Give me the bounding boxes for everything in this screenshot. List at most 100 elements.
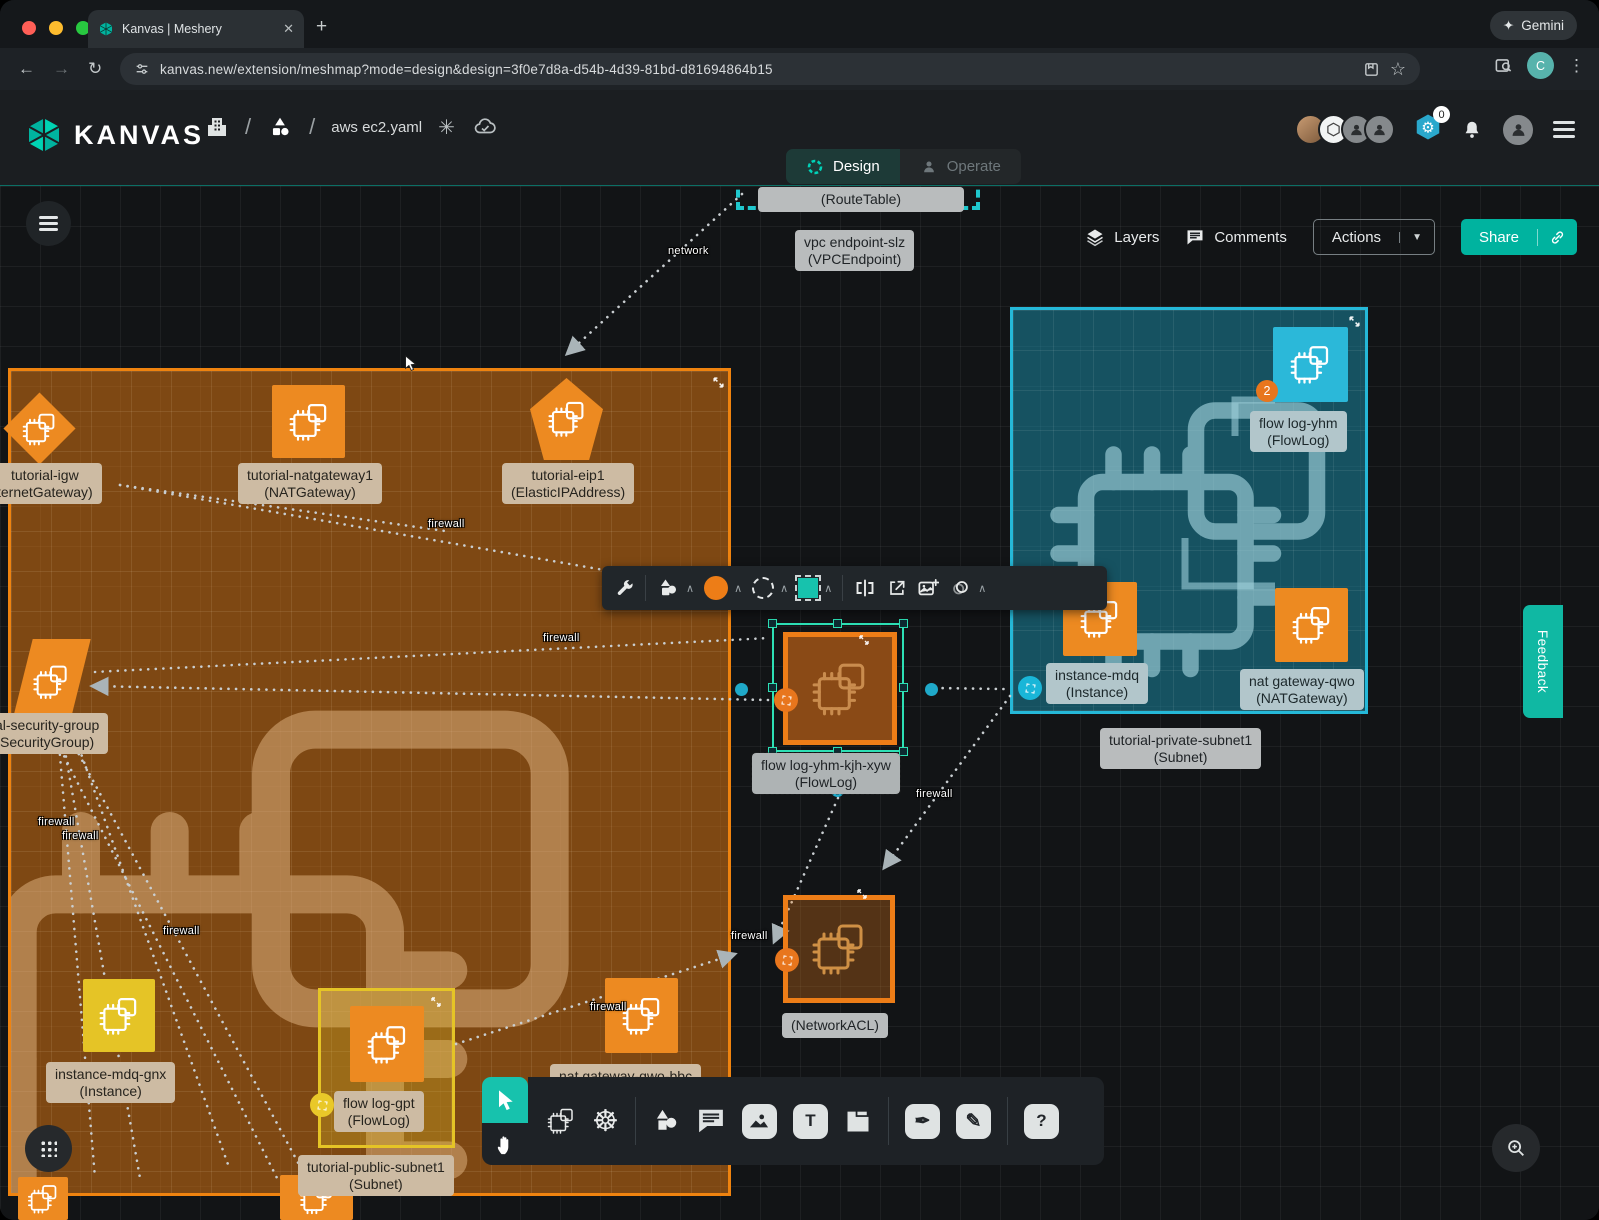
- save-icon[interactable]: [1363, 61, 1380, 78]
- back-icon[interactable]: ←: [18, 59, 35, 79]
- chrome-menu-icon[interactable]: ⋮: [1568, 56, 1585, 76]
- border-style-tool[interactable]: [752, 577, 774, 599]
- tools-wrench-icon[interactable]: [614, 578, 635, 599]
- fill-color-swatch[interactable]: [704, 576, 728, 600]
- components-tool[interactable]: [546, 1106, 576, 1136]
- design-file-name[interactable]: aws ec2.yaml: [331, 119, 422, 136]
- close-window-button[interactable]: [22, 21, 36, 35]
- gemini-button[interactable]: ✦ Gemini: [1490, 11, 1577, 40]
- pan-tool-button[interactable]: [482, 1123, 528, 1165]
- bookmark-star-icon[interactable]: ☆: [1390, 59, 1406, 80]
- edge-port[interactable]: [735, 683, 748, 696]
- actions-dropdown-icon[interactable]: ▼: [1399, 232, 1434, 243]
- minimize-window-button[interactable]: [49, 21, 63, 35]
- node-label-flowlog-gpt[interactable]: flow log-gpt(FlowLog): [334, 1091, 424, 1132]
- collaboration-button[interactable]: ⚙ 0: [1413, 112, 1443, 147]
- collaborator-avatar[interactable]: [1364, 114, 1395, 145]
- tab-operate[interactable]: Operate: [900, 149, 1021, 184]
- chevron-up-icon[interactable]: ∧: [780, 582, 788, 595]
- design-canvas[interactable]: Layers Comments Actions ▼ Share: [0, 186, 1599, 1220]
- search-tabs-icon[interactable]: [1494, 56, 1513, 75]
- node-label-flowlog-selected[interactable]: flow log-yhm-kjh-xyw(FlowLog): [752, 753, 900, 794]
- node-flowlog-gpt[interactable]: [350, 1006, 424, 1082]
- select-tool-button[interactable]: [482, 1077, 528, 1123]
- shapes-tool[interactable]: [652, 1107, 680, 1135]
- design-config-icon[interactable]: ✳: [438, 115, 455, 140]
- tab-close-icon[interactable]: ✕: [283, 21, 294, 37]
- canvas-menu-button[interactable]: [26, 201, 71, 246]
- node-networkacl[interactable]: [783, 895, 895, 1003]
- node-label-routetable[interactable]: (RouteTable): [758, 187, 964, 212]
- chevron-up-icon[interactable]: ∧: [978, 582, 986, 595]
- app-menu-icon[interactable]: [1553, 117, 1575, 142]
- copy-link-icon[interactable]: [1537, 229, 1577, 246]
- dock-apps-button[interactable]: [25, 1125, 72, 1172]
- url-text[interactable]: kanvas.new/extension/meshmap?mode=design…: [160, 62, 1353, 77]
- window-controls[interactable]: [22, 21, 90, 35]
- user-avatar[interactable]: [1501, 113, 1535, 147]
- comments-button[interactable]: Comments: [1185, 227, 1287, 247]
- node-label-instance-mdq[interactable]: instance-mdq(Instance): [1046, 663, 1148, 704]
- layers-button[interactable]: Layers: [1085, 227, 1159, 247]
- node-tutorial-natgateway1[interactable]: [272, 385, 345, 458]
- node-label-natgw-qwo[interactable]: nat gateway-qwo(NATGateway): [1240, 669, 1364, 710]
- notifications-bell-icon[interactable]: [1461, 118, 1483, 142]
- address-bar[interactable]: kanvas.new/extension/meshmap?mode=design…: [120, 53, 1420, 85]
- subnet-port-badge[interactable]: [1018, 676, 1042, 700]
- resize-width-tool[interactable]: [853, 578, 877, 598]
- flowlog-gpt-badge[interactable]: [310, 1093, 334, 1117]
- node-natgw-qwo[interactable]: [1275, 588, 1348, 662]
- chevron-up-icon[interactable]: ∧: [686, 582, 694, 595]
- node-label-networkacl[interactable]: (NetworkACL): [782, 1013, 888, 1038]
- tab-design[interactable]: Design: [786, 149, 900, 184]
- chevron-up-icon[interactable]: ∧: [824, 582, 832, 595]
- shapes-tool-icon[interactable]: [656, 576, 680, 600]
- browser-tab[interactable]: Kanvas | Meshery ✕: [88, 10, 304, 48]
- reload-icon[interactable]: ↻: [88, 59, 102, 79]
- node-label-natgateway1[interactable]: tutorial-natgateway1(NATGateway): [238, 463, 382, 504]
- help-button[interactable]: ?: [1024, 1104, 1059, 1139]
- image-tool[interactable]: [742, 1104, 777, 1139]
- selection-frame[interactable]: [772, 623, 904, 752]
- edge-port[interactable]: [925, 683, 938, 696]
- add-image-icon[interactable]: [917, 578, 939, 598]
- actions-button[interactable]: Actions ▼: [1313, 219, 1435, 255]
- node-label-flowlog-yhm[interactable]: flow log-yhm(FlowLog): [1250, 411, 1347, 452]
- text-tool[interactable]: T: [793, 1104, 828, 1139]
- kanvas-brand[interactable]: KANVAS: [26, 116, 204, 154]
- cloud-sync-icon[interactable]: [471, 115, 499, 139]
- annotate-pen-tool[interactable]: ✒: [905, 1104, 940, 1139]
- flowlog-selected-badge[interactable]: [774, 688, 798, 712]
- chevron-up-icon[interactable]: ∧: [734, 582, 742, 595]
- workspace-icon[interactable]: [267, 114, 293, 140]
- node-partial[interactable]: [18, 1177, 68, 1220]
- node-label-igw[interactable]: tutorial-igwternetGateway): [0, 463, 102, 504]
- forward-icon[interactable]: →: [53, 59, 70, 79]
- feedback-tab[interactable]: Feedback: [1523, 605, 1563, 718]
- open-in-new-icon[interactable]: [887, 578, 907, 598]
- shape-style-tool[interactable]: [798, 578, 818, 598]
- new-tab-button[interactable]: +: [316, 16, 327, 38]
- networkacl-badge[interactable]: [775, 948, 799, 972]
- group-style-icon[interactable]: [949, 577, 972, 599]
- zoom-search-button[interactable]: [1492, 1124, 1540, 1172]
- organization-icon[interactable]: [205, 114, 229, 140]
- kubernetes-tool[interactable]: ☸: [592, 1104, 619, 1139]
- comment-tool[interactable]: [696, 1107, 726, 1135]
- note-tool[interactable]: [844, 1107, 872, 1135]
- site-settings-icon[interactable]: [134, 61, 150, 77]
- share-button[interactable]: Share: [1461, 219, 1577, 255]
- node-label-eip1[interactable]: tutorial-eip1(ElasticIPAddress): [502, 463, 634, 504]
- node-natgw-qwo-bbc[interactable]: [605, 978, 678, 1053]
- node-label-instance-gnx[interactable]: instance-mdq-gnx(Instance): [46, 1062, 175, 1103]
- node-label-vpc-endpoint[interactable]: vpc endpoint-slz(VPCEndpoint): [795, 230, 914, 271]
- node-instance-mdq-gnx[interactable]: [83, 979, 155, 1052]
- flowlog-yhm-count-badge[interactable]: 2: [1256, 380, 1278, 402]
- draw-pencil-tool[interactable]: ✎: [956, 1104, 991, 1139]
- node-label-private-subnet[interactable]: tutorial-private-subnet1(Subnet): [1100, 728, 1261, 769]
- collaborator-avatars[interactable]: [1303, 114, 1395, 145]
- node-label-security-group[interactable]: al-security-groupSecurityGroup): [0, 713, 108, 754]
- node-flowlog-yhm[interactable]: [1273, 327, 1348, 402]
- chrome-profile-avatar[interactable]: C: [1527, 52, 1554, 79]
- node-label-public-subnet[interactable]: tutorial-public-subnet1(Subnet): [298, 1155, 454, 1196]
